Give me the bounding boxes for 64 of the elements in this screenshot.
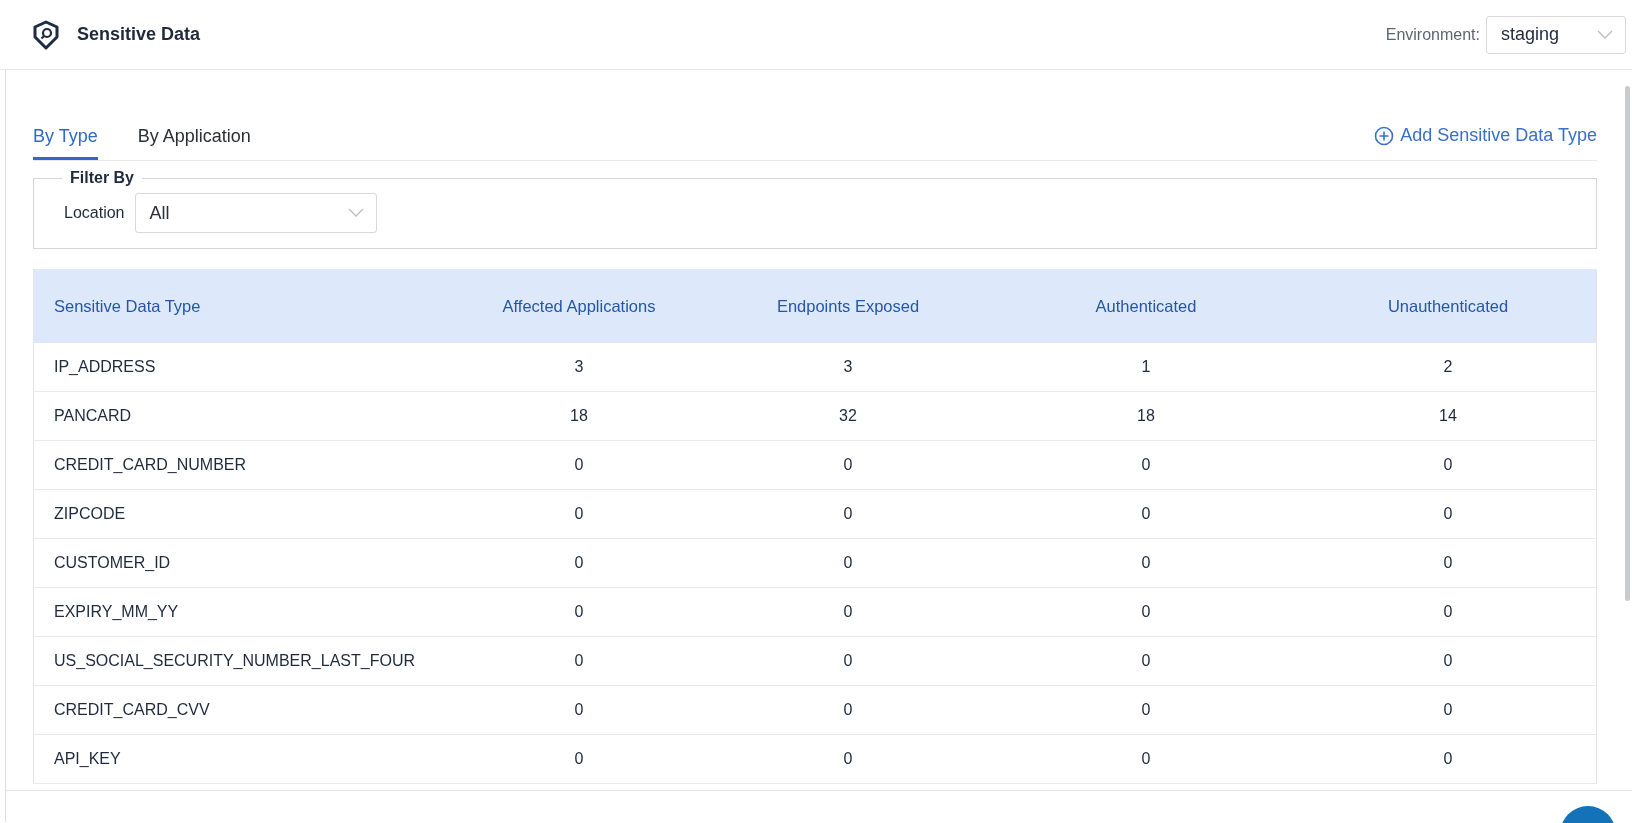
environment-select[interactable]: staging bbox=[1486, 15, 1626, 54]
column-header: Endpoints Exposed bbox=[775, 296, 921, 316]
table-cell-text: CREDIT_CARD_CVV bbox=[53, 701, 211, 719]
table-cell-text: US_SOCIAL_SECURITY_NUMBER_LAST_FOUR bbox=[53, 652, 416, 670]
plus-circle-icon bbox=[1374, 125, 1395, 146]
table-cell-text: 0 bbox=[1140, 554, 1152, 572]
table-cell-text: 3 bbox=[573, 358, 585, 376]
table-cell-text: 0 bbox=[573, 456, 585, 474]
location-label: Location bbox=[64, 204, 125, 222]
column-header: Sensitive Data Type bbox=[53, 296, 202, 316]
table-cell-text: 0 bbox=[1140, 701, 1152, 719]
table-cell-text: API_KEY bbox=[53, 750, 122, 768]
table-cell-text: 14 bbox=[1438, 407, 1458, 425]
table-cell-text: 0 bbox=[573, 750, 585, 768]
table-cell-text: 0 bbox=[573, 505, 585, 523]
tab[interactable]: By Application bbox=[137, 126, 251, 160]
environment-label: Environment: bbox=[1385, 25, 1480, 44]
filter-legend: Filter By bbox=[62, 169, 142, 187]
table-cell-text: 0 bbox=[1442, 652, 1454, 670]
column-header: Affected Applications bbox=[501, 296, 657, 316]
table-cell-text: 0 bbox=[573, 603, 585, 621]
scrollbar-thumb[interactable] bbox=[1625, 86, 1630, 601]
table-cell-text: 0 bbox=[842, 603, 854, 621]
table-cell-text: EXPIRY_MM_YY bbox=[53, 603, 180, 621]
chevron-down-icon bbox=[347, 208, 364, 218]
chevron-down-icon bbox=[1597, 29, 1613, 40]
table-cell-text: ZIPCODE bbox=[53, 505, 127, 523]
table-cell-text: 0 bbox=[1140, 750, 1152, 768]
table-cell-text: 0 bbox=[573, 701, 585, 719]
table-cell-text: 0 bbox=[1140, 652, 1152, 670]
table-cell-text: 0 bbox=[1442, 456, 1454, 474]
column-header: Authenticated bbox=[1094, 296, 1198, 316]
table-cell-text: IP_ADDRESS bbox=[53, 358, 157, 376]
table-cell-text: 3 bbox=[842, 358, 854, 376]
table-cell-text: 2 bbox=[1442, 358, 1454, 376]
table-cell-text: PANCARD bbox=[53, 407, 133, 425]
column-header: Unauthenticated bbox=[1386, 296, 1510, 316]
table-cell-text: 18 bbox=[1136, 407, 1156, 425]
table-cell-text: 0 bbox=[1442, 750, 1454, 768]
location-select[interactable]: All bbox=[134, 193, 377, 233]
tab[interactable]: By Type bbox=[33, 126, 98, 160]
table-cell-text: 0 bbox=[1442, 701, 1454, 719]
table-cell-text: 0 bbox=[842, 750, 854, 768]
table-cell-text: 18 bbox=[569, 407, 589, 425]
add-sensitive-data-type-button[interactable]: Add Sensitive Data Type bbox=[1374, 125, 1597, 160]
table-cell-text: 0 bbox=[842, 701, 854, 719]
table-cell-text: 32 bbox=[838, 407, 858, 425]
table-cell-text: 0 bbox=[1140, 505, 1152, 523]
table-cell-text: 0 bbox=[1442, 505, 1454, 523]
table-cell-text: 0 bbox=[1140, 603, 1152, 621]
table-cell-text: 0 bbox=[1442, 554, 1454, 572]
table-cell-text: 0 bbox=[842, 456, 854, 474]
table-cell-text: 0 bbox=[842, 505, 854, 523]
table-cell-text: CUSTOMER_ID bbox=[53, 554, 172, 572]
table-cell-text: 1 bbox=[1140, 358, 1152, 376]
table-cell-text: 0 bbox=[573, 652, 585, 670]
table-cell-text: 0 bbox=[573, 554, 585, 572]
table-cell-text: 0 bbox=[842, 554, 854, 572]
table-cell-text: CREDIT_CARD_NUMBER bbox=[53, 456, 248, 474]
page-title: Sensitive Data bbox=[77, 24, 202, 45]
shield-search-icon bbox=[33, 19, 59, 50]
table-cell-text: 0 bbox=[1140, 456, 1152, 474]
table-cell-text: 0 bbox=[1442, 603, 1454, 621]
table-cell-text: 0 bbox=[842, 652, 854, 670]
